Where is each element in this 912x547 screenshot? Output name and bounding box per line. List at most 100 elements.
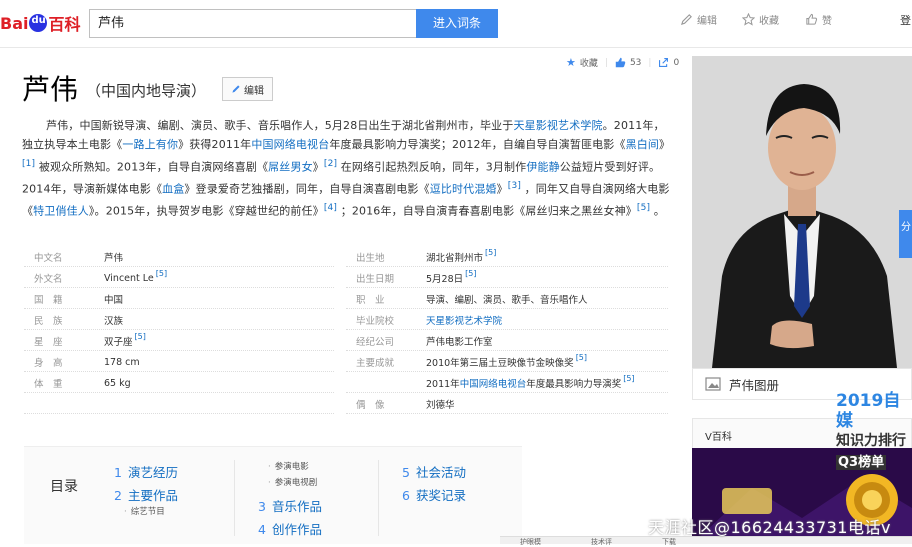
summary-text: 被观众所熟知。2013年，自导自演网络喜剧《 <box>35 160 269 174</box>
promo-line: 2019自媒 <box>836 391 901 431</box>
info-label: 民 族 <box>34 316 63 327</box>
info-label: 毕业院校 <box>356 316 395 327</box>
info-value: Vincent Le <box>104 272 154 284</box>
reference-mark[interactable]: [5] <box>623 374 634 383</box>
entry-edit-button[interactable]: 编辑 <box>222 77 273 101</box>
summary-text: 年度最具影响力导演奖；2012年，自编自导自演暂匪电影《 <box>329 138 626 152</box>
reference-mark[interactable]: [5] <box>576 353 587 362</box>
summary-link[interactable]: 逗比时代混婚 <box>430 183 497 196</box>
status-item[interactable]: 护眼模 <box>520 537 541 546</box>
toc-title: 目录 <box>50 479 78 495</box>
entry-edit-label: 编辑 <box>244 85 264 97</box>
status-item[interactable]: 技术评 <box>591 537 612 546</box>
summary-link[interactable]: 黑白间 <box>626 138 659 151</box>
toc-label: 演艺经历 <box>127 465 178 480</box>
divider: | <box>648 57 652 68</box>
toc-item[interactable]: 6 获奖记录 <box>402 485 466 504</box>
summary-link[interactable]: 天星影视艺术学院 <box>513 119 602 132</box>
summary-link[interactable]: 一路上有你 <box>122 138 178 151</box>
entry-actions: ★ 收藏 | 53 | 0 <box>566 56 679 69</box>
promo-text[interactable]: 2019自媒 知识力排行 Q3榜单 <box>836 391 912 473</box>
info-row: 中文名 芦伟 <box>24 248 334 267</box>
header-favorite-link[interactable]: 收藏 <box>742 12 779 27</box>
info-value: 湖北省荆州市 <box>426 253 484 264</box>
reference-mark[interactable]: [3] <box>508 181 521 191</box>
star-icon: ★ <box>566 56 576 69</box>
toc-item[interactable]: 4 创作作品 <box>258 519 322 538</box>
toc-item[interactable]: 5 社会活动 <box>402 462 466 481</box>
thumbs-up-icon[interactable] <box>615 57 626 68</box>
summary-text: 》 <box>659 138 671 152</box>
info-label: 出生地 <box>356 253 385 264</box>
logo-baike-text: 百科 <box>48 15 81 34</box>
summary-link[interactable]: 血盒 <box>162 183 184 196</box>
reference-mark[interactable]: [5] <box>637 203 650 213</box>
entry-subtitle: （中国内地导演） <box>86 82 207 100</box>
summary-link[interactable]: 中国网络电视台 <box>251 138 329 151</box>
summary-text: ；2016年，自导自演青春喜剧电影《屌丝归来之黑丝女神》 <box>337 204 637 218</box>
reference-mark[interactable]: [5] <box>156 269 167 278</box>
person-photo[interactable] <box>692 56 912 368</box>
toc-num: 1 <box>114 465 122 480</box>
info-value: 5月28日 <box>426 274 464 285</box>
reference-mark[interactable]: [5] <box>135 332 146 341</box>
summary-text: 》登录爱奇艺独播剧，同年，自导自演喜剧电影《 <box>184 182 430 196</box>
promo-badge: Q3榜单 <box>836 455 887 470</box>
info-row: 2011年 中国网络电视台 年度最具影响力导演奖 [5] <box>346 374 668 393</box>
summary-link[interactable]: 伊能静 <box>526 160 559 173</box>
reference-mark[interactable]: [4] <box>324 203 337 213</box>
header-edit-link[interactable]: 编辑 <box>680 12 717 27</box>
info-label: 中文名 <box>34 253 63 264</box>
toc-subitem[interactable]: 综艺节目 <box>124 505 165 517</box>
toc-item[interactable]: 3 音乐作品 <box>258 496 322 515</box>
toc-num: 4 <box>258 522 266 537</box>
reference-mark[interactable]: [1] <box>22 159 35 169</box>
toc-item[interactable]: 2 主要作品 <box>114 485 178 504</box>
info-row: 毕业院校 天星影视艺术学院 <box>346 311 668 330</box>
info-label: 职 业 <box>356 295 385 306</box>
info-label: 外文名 <box>34 274 63 285</box>
toc-label: 音乐作品 <box>271 499 322 514</box>
toc-label: 创作作品 <box>271 522 322 537</box>
info-label: 出生日期 <box>356 274 395 285</box>
info-label: 经纪公司 <box>356 337 395 348</box>
summary-link[interactable]: 屌丝男女 <box>268 160 313 173</box>
toc-num: 3 <box>258 499 266 514</box>
info-value: 2010年第三届土豆映像节金映像奖 <box>426 358 574 369</box>
header-like-link[interactable]: 赞 <box>805 12 832 27</box>
toc-item[interactable]: 1 演艺经历 <box>114 462 178 481</box>
pencil-icon <box>232 85 240 93</box>
promo-line: Q3榜单 <box>836 451 912 473</box>
paw-icon <box>29 14 48 32</box>
info-row: 职 业 导演、编剧、演员、歌手、音乐唱作人 <box>346 290 668 309</box>
entry-favorite-link[interactable]: 收藏 <box>580 56 598 69</box>
reference-mark[interactable]: [5] <box>485 248 496 257</box>
toc-num: 5 <box>402 465 410 480</box>
summary-text: 》 <box>312 160 324 174</box>
info-row <box>24 395 334 414</box>
toc-label: 社会活动 <box>415 465 466 480</box>
status-item[interactable]: 下载 <box>662 537 676 546</box>
gallery-icon <box>705 377 721 391</box>
reference-mark[interactable]: [2] <box>324 159 337 169</box>
summary-text: 在网络引起热烈反响，同年，3月制作 <box>337 160 527 174</box>
share-count: 0 <box>673 57 680 68</box>
share-icon[interactable] <box>658 57 669 68</box>
side-share-tab[interactable]: 分 <box>899 210 912 258</box>
cntv-link[interactable]: 中国网络电视台 <box>460 376 527 390</box>
info-label: 偶 像 <box>356 400 385 411</box>
summary-text: 》。2015年，执导贺岁电影《穿越世纪的前任》 <box>88 204 324 218</box>
login-link[interactable]: 登 <box>900 12 911 28</box>
search-button[interactable]: 进入词条 <box>416 9 498 38</box>
reference-mark[interactable]: [5] <box>465 269 476 278</box>
toc-subitem[interactable]: 参演电视剧 <box>268 476 318 488</box>
summary-link[interactable]: 特卫俏佳人 <box>33 205 89 218</box>
search-input[interactable]: 芦伟 <box>89 9 416 38</box>
toc-divider <box>234 460 235 536</box>
info-label: 主要成就 <box>356 358 395 369</box>
info-value: 178 cm <box>104 356 140 368</box>
baidu-baike-logo[interactable]: Bai 百科 <box>0 8 86 38</box>
info-label: 体 重 <box>34 379 63 390</box>
school-link[interactable]: 天星影视艺术学院 <box>426 313 502 327</box>
toc-subitem[interactable]: 参演电影 <box>268 460 309 472</box>
